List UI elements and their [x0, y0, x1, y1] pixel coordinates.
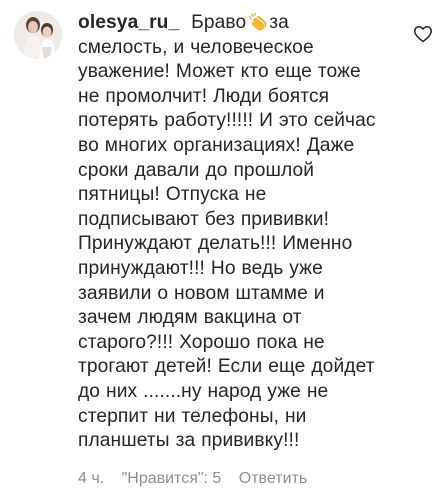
comment-line: смелость, и человеческое — [78, 36, 314, 58]
comment-line: зачем людям вакцина от — [78, 307, 302, 329]
comment-line: во многих организациях! Даже — [78, 134, 355, 156]
comment-line: не промолчит! Люди боятся — [78, 85, 330, 107]
likes-count-link[interactable]: "Нравится": 5 — [122, 470, 222, 487]
comment-line-1: olesya_ru_ Браво за — [78, 11, 408, 36]
comment-line: принуждают!!! Но ведь уже — [78, 257, 323, 279]
comment-line: пятницы! Отпуска не — [78, 184, 267, 206]
comment-text: olesya_ru_ Браво за смелость, и человече… — [78, 11, 408, 454]
comment-line: подписывают без прививки! — [78, 208, 330, 230]
comment-line: потерять работу!!!!! И это сейчас — [78, 110, 376, 132]
username[interactable]: olesya_ru_ — [78, 12, 179, 33]
comment-line: трогают детей! Если еще дойдет — [78, 356, 375, 378]
comment-meta: 4 ч. "Нравится": 5 Ответить — [78, 469, 320, 489]
comment-line: старого?!!! Хорошо пока не — [78, 331, 325, 353]
comment-line: до них .......ну народ уже не — [78, 380, 329, 402]
heart-icon[interactable] — [413, 24, 433, 44]
comment: olesya_ru_ Браво за смелость, и человече… — [0, 0, 443, 502]
avatar-photo — [14, 11, 62, 59]
comment-line: стерпит ни телефоны, ни — [78, 405, 307, 427]
comment-line: заявили о новом штамме и — [78, 282, 325, 304]
clapping-hands-icon — [249, 12, 267, 31]
comment-line: уважение! Может кто еще тоже — [78, 61, 361, 83]
avatar[interactable] — [14, 11, 62, 59]
comment-line: планшеты за прививку!!! — [78, 430, 300, 452]
reply-button[interactable]: Ответить — [239, 470, 307, 487]
comment-text-line: Браво — [191, 12, 247, 33]
comment-text-line: за — [269, 12, 289, 33]
comment-line: Принуждают делать!!! Именно — [78, 233, 353, 255]
comment-line: сроки давали до прошлой — [78, 159, 315, 181]
comment-time: 4 ч. — [78, 470, 105, 487]
